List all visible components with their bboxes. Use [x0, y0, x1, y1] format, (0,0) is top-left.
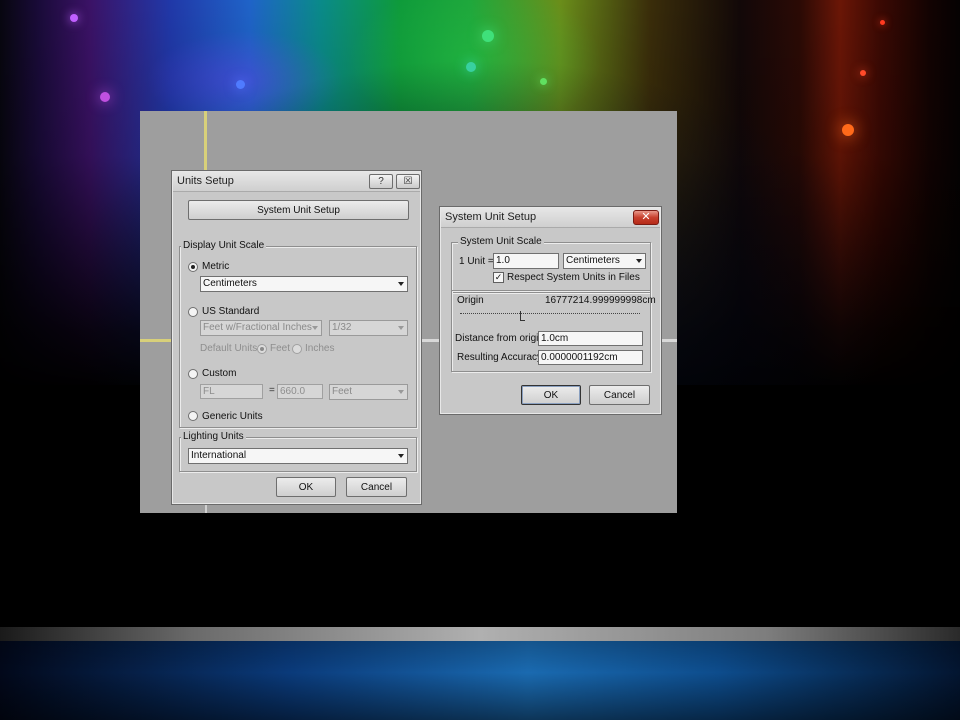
metric-radio[interactable] [188, 262, 198, 272]
viewport-grid-line [204, 111, 207, 171]
display-unit-scale-group [179, 246, 417, 428]
resulting-accuracy-label: Resulting Accuracy: [457, 352, 545, 363]
background-blue-stripe [0, 641, 960, 720]
viewport-grid-line [205, 504, 207, 513]
light-sparkle [880, 20, 885, 25]
chevron-down-icon [636, 259, 642, 263]
light-sparkle [70, 14, 78, 22]
default-feet-radio[interactable] [257, 344, 267, 354]
unit-value-field[interactable]: 1.0 [493, 253, 559, 269]
viewport-grid-line [660, 339, 677, 342]
custom-unit-value: Feet [332, 386, 353, 397]
default-inches-radio[interactable] [292, 344, 302, 354]
dialog-title: System Unit Setup [445, 211, 537, 223]
distance-from-origin-field[interactable]: 1.0cm [538, 331, 643, 346]
lighting-units-label: Lighting Units [181, 431, 246, 442]
ok-button[interactable]: OK [276, 477, 336, 497]
default-feet-label: Feet [270, 343, 291, 354]
lighting-units-dropdown[interactable]: International [188, 448, 408, 464]
cancel-button[interactable]: Cancel [346, 477, 407, 497]
ok-button[interactable]: OK [521, 385, 581, 405]
origin-value: 16777214.999999998cm [545, 295, 656, 306]
unit-type-value: Centimeters [566, 255, 620, 266]
chevron-down-icon [398, 282, 404, 286]
close-button[interactable]: ✕ [633, 210, 659, 225]
generic-units-label: Generic Units [202, 411, 263, 422]
custom-value-field[interactable]: 660.0 [277, 384, 323, 399]
metric-units-dropdown[interactable]: Centimeters [200, 276, 408, 292]
light-sparkle [236, 80, 245, 89]
dialog-title: Units Setup [177, 175, 234, 187]
system-unit-setup-titlebar: System Unit Setup ✕ [441, 208, 660, 228]
us-fraction-dropdown[interactable]: 1/32 [329, 320, 408, 336]
custom-name-field[interactable]: FL [200, 384, 263, 399]
light-sparkle [482, 30, 494, 42]
custom-unit-dropdown[interactable]: Feet [329, 384, 408, 400]
unit-type-dropdown[interactable]: Centimeters [563, 253, 646, 269]
light-sparkle [466, 62, 476, 72]
us-fraction-value: 1/32 [332, 322, 352, 333]
us-standard-dropdown[interactable]: Feet w/Fractional Inches [200, 320, 322, 336]
distance-from-origin-label: Distance from origin: [455, 333, 547, 344]
units-setup-dialog: Units Setup ? ☒ System Unit Setup Displa… [171, 170, 422, 505]
viewport-screenshot: Units Setup ? ☒ System Unit Setup Displa… [140, 111, 677, 513]
custom-equals-label: = [269, 385, 275, 396]
chevron-down-icon [312, 326, 318, 330]
system-unit-scale-label: System Unit Scale [458, 236, 544, 247]
lighting-units-value: International [191, 450, 247, 461]
origin-slider[interactable] [460, 313, 640, 315]
viewport-grid-line [140, 339, 172, 342]
light-sparkle [540, 78, 547, 85]
metric-units-value: Centimeters [203, 278, 257, 289]
chevron-down-icon [398, 326, 404, 330]
custom-label: Custom [202, 368, 237, 379]
light-sparkle [100, 92, 110, 102]
cancel-button[interactable]: Cancel [589, 385, 650, 405]
us-standard-radio[interactable] [188, 307, 198, 317]
metric-label: Metric [202, 261, 230, 272]
origin-slider-thumb[interactable] [520, 311, 525, 321]
generic-units-radio[interactable] [188, 411, 198, 421]
chevron-down-icon [398, 454, 404, 458]
close-button[interactable]: ☒ [396, 174, 420, 189]
default-inches-label: Inches [305, 343, 335, 354]
chevron-down-icon [398, 390, 404, 394]
units-setup-titlebar: Units Setup ? ☒ [173, 172, 420, 192]
respect-units-label: Respect System Units in Files [507, 272, 640, 283]
us-standard-value: Feet w/Fractional Inches [203, 322, 312, 333]
light-sparkle [842, 124, 854, 136]
respect-units-checkbox[interactable]: ✓ [493, 272, 504, 283]
viewport-grid-line [421, 339, 441, 342]
us-standard-label: US Standard [202, 306, 260, 317]
background-silver-stripe [0, 627, 960, 641]
unit-equals-label: 1 Unit = [459, 256, 494, 267]
origin-label: Origin [457, 295, 484, 306]
custom-radio[interactable] [188, 369, 198, 379]
resulting-accuracy-field: 0.0000001192cm [538, 350, 643, 365]
system-unit-setup-button[interactable]: System Unit Setup [188, 200, 409, 220]
default-units-label: Default Units: [200, 343, 261, 354]
light-sparkle [860, 70, 866, 76]
display-unit-scale-label: Display Unit Scale [181, 240, 267, 251]
system-unit-setup-dialog: System Unit Setup ✕ System Unit Scale 1 … [439, 206, 662, 415]
help-button[interactable]: ? [369, 174, 393, 189]
